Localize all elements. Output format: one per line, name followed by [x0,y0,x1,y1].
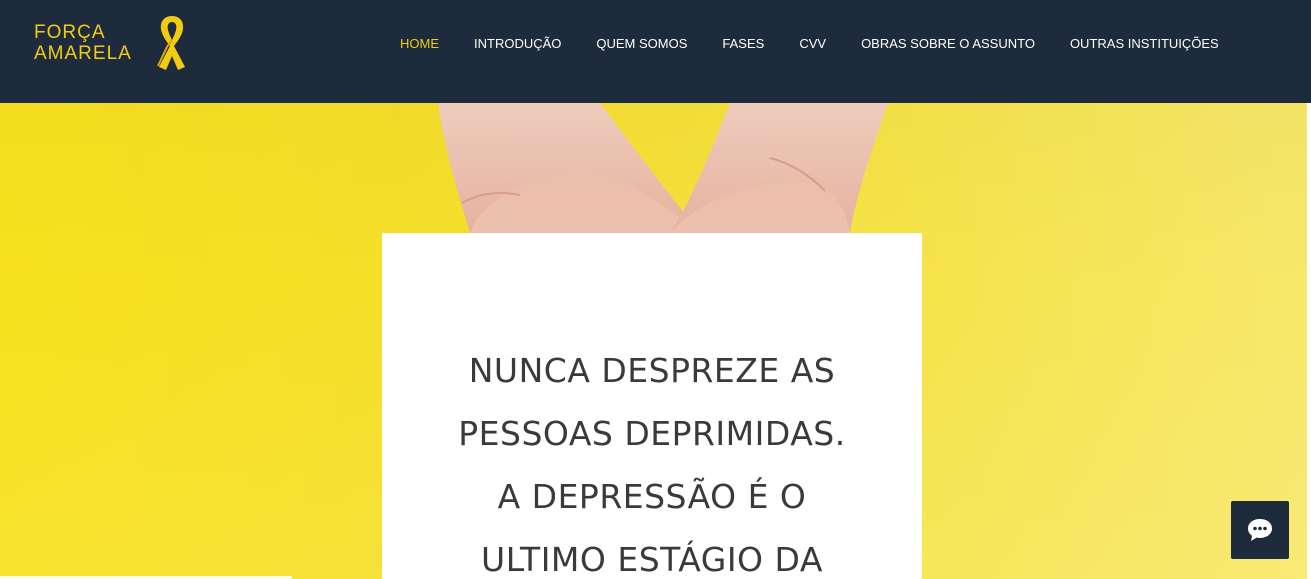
site-header: FORÇA AMARELA HOME INTRODUÇÃO QUEM SOMOS… [0,0,1311,103]
logo-text: FORÇA AMARELA [34,22,132,64]
nav-item-introducao[interactable]: INTRODUÇÃO [474,36,561,51]
quote-line-1: NUNCA DESPREZE AS [468,351,836,390]
nav-item-quem-somos[interactable]: QUEM SOMOS [596,36,687,51]
chat-bubble-icon [1248,519,1272,541]
nav-item-fases[interactable]: FASES [722,36,764,51]
yellow-ribbon-icon [157,16,185,70]
quote-line-4: ULTIMO ESTÁGIO DA [481,540,823,579]
logo-line-2: AMARELA [34,43,132,64]
nav-item-obras[interactable]: OBRAS SOBRE O ASSUNTO [861,36,1035,51]
quote-text: NUNCA DESPREZE AS PESSOAS DEPRIMIDAS. A … [382,339,922,579]
quote-line-2: PESSOAS DEPRIMIDAS. [458,414,846,453]
logo-line-1: FORÇA [34,22,106,43]
main-nav: HOME INTRODUÇÃO QUEM SOMOS FASES CVV OBR… [400,34,1219,52]
chat-button[interactable] [1231,501,1289,559]
page-edge-top [1307,0,1311,103]
quote-card: NUNCA DESPREZE AS PESSOAS DEPRIMIDAS. A … [382,233,922,579]
hero-section: NUNCA DESPREZE AS PESSOAS DEPRIMIDAS. A … [0,103,1311,579]
site-logo[interactable]: FORÇA AMARELA [34,14,204,74]
nav-item-cvv[interactable]: CVV [799,36,826,51]
nav-item-home[interactable]: HOME [400,36,439,51]
nav-item-outras-instituicoes[interactable]: OUTRAS INSTITUIÇÕES [1070,36,1219,51]
quote-line-3: A DEPRESSÃO É O [497,477,807,516]
page: FORÇA AMARELA HOME INTRODUÇÃO QUEM SOMOS… [0,0,1311,579]
